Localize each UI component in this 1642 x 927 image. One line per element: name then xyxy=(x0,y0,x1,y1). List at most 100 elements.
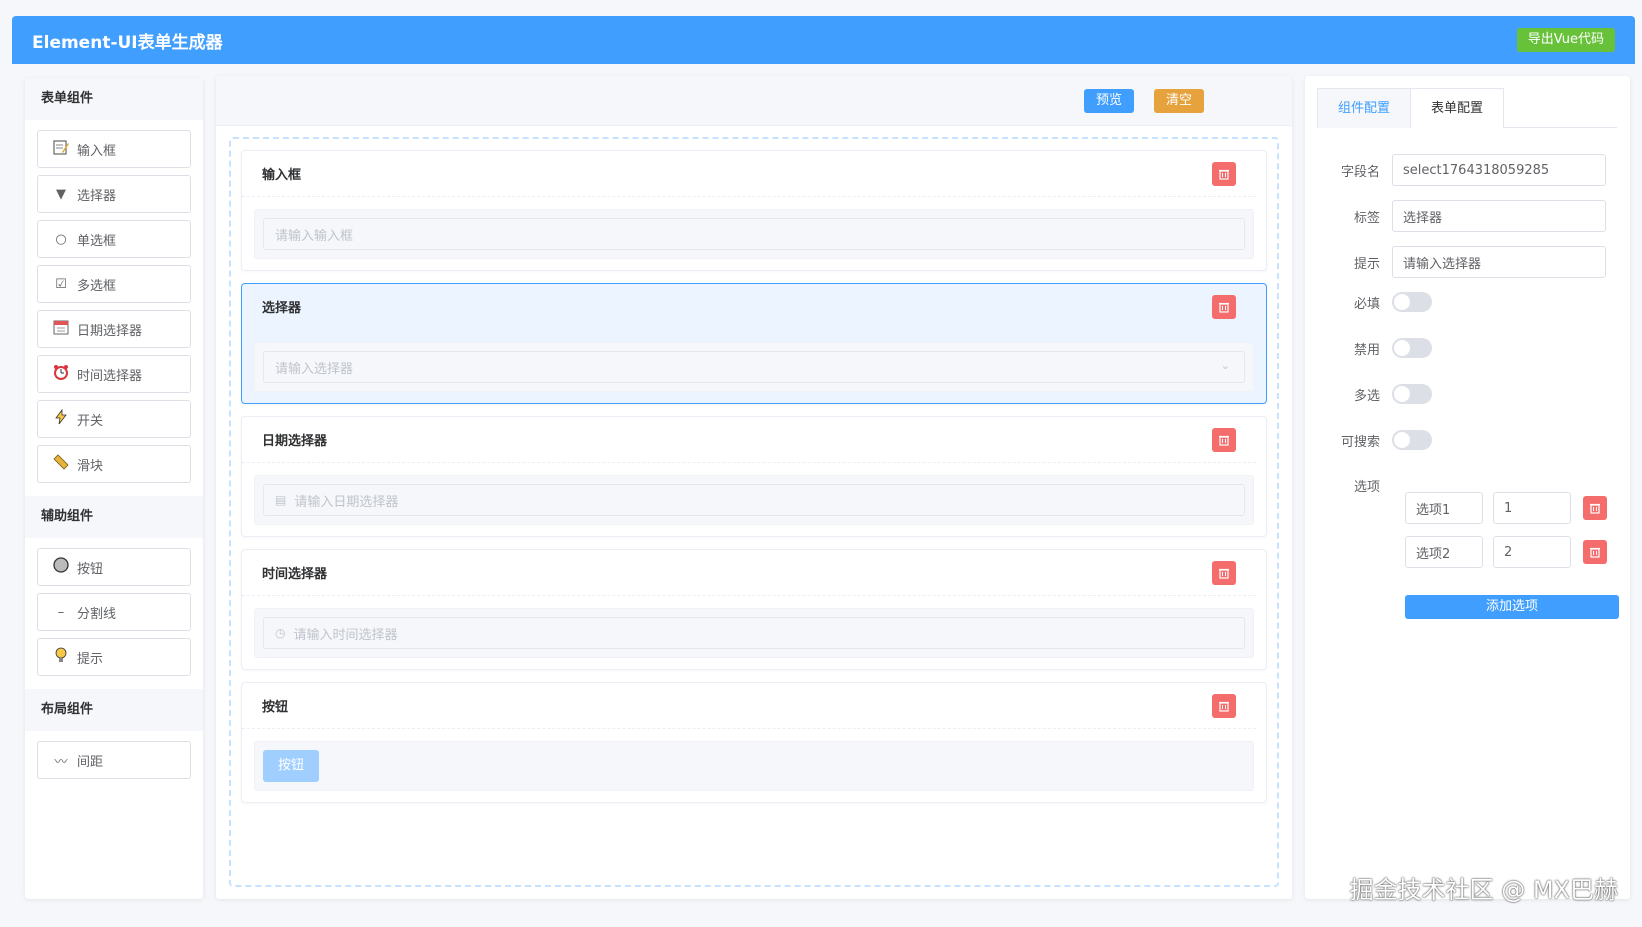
tab-form-config[interactable]: 表单配置 xyxy=(1410,88,1505,128)
export-vue-button[interactable]: 导出Vue代码 xyxy=(1516,28,1615,52)
add-option-button[interactable]: 添加选项 xyxy=(1405,595,1619,619)
config-row-searchable: 可搜索 xyxy=(1317,430,1622,450)
sidebar-item-button[interactable]: 按钮 xyxy=(37,548,191,586)
sidebar-item-label: 单选框 xyxy=(77,233,117,249)
sidebar-item-label: 选择器 xyxy=(77,188,117,204)
form-canvas: 预览 清空 输入框 请输入输入框 选择器 请输入选择器 ⌄ 日期选择器 ▤ 请输… xyxy=(216,76,1292,899)
canvas-item-label: 按钮 xyxy=(262,700,289,715)
sidebar-item-divider[interactable]: – 分割线 xyxy=(37,593,191,631)
config-row-hint: 提示 请输入选择器 xyxy=(1317,246,1622,278)
preview-time-field[interactable]: ◷ 请输入时间选择器 xyxy=(263,617,1245,649)
sidebar-item-date[interactable]: 日期选择器 xyxy=(37,310,191,348)
disabled-label: 禁用 xyxy=(1353,342,1380,358)
circle-button-icon xyxy=(51,557,71,577)
canvas-item-input[interactable]: 输入框 请输入输入框 xyxy=(241,150,1267,271)
delete-icon[interactable] xyxy=(1212,427,1236,452)
config-tabs: 组件配置 表单配置 xyxy=(1317,88,1617,128)
config-panel: 组件配置 表单配置 字段名 select1764318059285 标签 选择器… xyxy=(1305,76,1630,899)
sidebar-item-radio[interactable]: ○ 单选框 xyxy=(37,220,191,258)
sidebar-item-label: 多选框 xyxy=(77,278,117,294)
preview-input-field[interactable]: 请输入输入框 xyxy=(263,218,1245,250)
option-value-input[interactable]: 1 xyxy=(1493,492,1571,524)
sidebar-item-select[interactable]: ▼ 选择器 xyxy=(37,175,191,213)
sidebar-item-label: 日期选择器 xyxy=(77,323,143,339)
sidebar-group-title-layout: 布局组件 xyxy=(25,689,203,731)
watermark: 掘金技术社区 @ MX巴赫 xyxy=(1349,876,1618,904)
sidebar-item-tip[interactable]: 提示 xyxy=(37,638,191,676)
options-editor: 选项1 1 选项2 2 xyxy=(1405,492,1619,582)
calendar-icon xyxy=(51,319,71,339)
required-label: 必填 xyxy=(1353,296,1380,312)
sidebar-item-checkbox[interactable]: ☑ 多选框 xyxy=(37,265,191,303)
dash-icon: – xyxy=(57,604,65,620)
option-row: 选项1 1 xyxy=(1405,492,1619,524)
hint-label: 提示 xyxy=(1353,256,1380,272)
hint-input[interactable]: 请输入选择器 xyxy=(1392,246,1606,278)
canvas-item-button[interactable]: 按钮 按钮 xyxy=(241,682,1267,803)
ruler-icon xyxy=(51,454,71,474)
clear-button[interactable]: 清空 xyxy=(1153,88,1204,113)
canvas-item-select[interactable]: 选择器 请输入选择器 ⌄ xyxy=(241,283,1267,404)
delete-icon[interactable] xyxy=(1212,161,1236,186)
field-name-label: 字段名 xyxy=(1340,164,1380,180)
label-input[interactable]: 选择器 xyxy=(1392,200,1606,232)
searchable-switch[interactable] xyxy=(1392,430,1432,450)
sidebar-item-slider[interactable]: 滑块 xyxy=(37,445,191,483)
drop-zone[interactable]: 输入框 请输入输入框 选择器 请输入选择器 ⌄ 日期选择器 ▤ 请输入日期选择器… xyxy=(229,137,1279,887)
options-label: 选项 xyxy=(1353,480,1380,495)
multiple-label: 多选 xyxy=(1353,388,1380,404)
canvas-toolbar: 预览 清空 xyxy=(216,76,1292,126)
delete-icon[interactable] xyxy=(1583,496,1607,520)
field-name-input[interactable]: select1764318059285 xyxy=(1392,154,1606,186)
sidebar-item-label: 分割线 xyxy=(77,606,117,622)
delete-icon[interactable] xyxy=(1583,540,1607,564)
canvas-item-label: 选择器 xyxy=(262,301,302,316)
option-row: 选项2 2 xyxy=(1405,536,1619,568)
sidebar-item-switch[interactable]: 开关 xyxy=(37,400,191,438)
preview-button-element[interactable]: 按钮 xyxy=(263,750,320,782)
alarm-clock-icon xyxy=(51,364,71,384)
option-label-input[interactable]: 选项2 xyxy=(1405,536,1483,568)
triangle-down-icon: ▼ xyxy=(56,186,66,202)
canvas-item-label: 输入框 xyxy=(262,168,302,183)
input-placeholder: 请输入输入框 xyxy=(275,228,354,244)
delete-icon[interactable] xyxy=(1212,294,1236,319)
sidebar-group-title-form: 表单组件 xyxy=(25,78,203,120)
component-sidebar: 表单组件 输入框 ▼ 选择器 ○ 单选框 ☑ 多选框 日期选择器 时间选择器 开… xyxy=(25,78,203,899)
canvas-item-label: 日期选择器 xyxy=(262,434,328,449)
disabled-switch[interactable] xyxy=(1392,338,1432,358)
date-placeholder: 请输入日期选择器 xyxy=(294,494,399,510)
option-value-input[interactable]: 2 xyxy=(1493,536,1571,568)
sidebar-item-time[interactable]: 时间选择器 xyxy=(37,355,191,393)
wave-icon: 〰 xyxy=(54,754,68,770)
sidebar-item-label: 输入框 xyxy=(77,143,117,159)
config-row-required: 必填 xyxy=(1317,292,1622,312)
option-label-input[interactable]: 选项1 xyxy=(1405,492,1483,524)
preview-button[interactable]: 预览 xyxy=(1083,88,1134,113)
canvas-item-label: 时间选择器 xyxy=(262,567,328,582)
delete-icon[interactable] xyxy=(1212,560,1236,585)
delete-icon[interactable] xyxy=(1212,693,1236,718)
sidebar-item-label: 开关 xyxy=(77,413,104,429)
multiple-switch[interactable] xyxy=(1392,384,1432,404)
config-row-disabled: 禁用 xyxy=(1317,338,1622,358)
memo-icon xyxy=(51,139,71,159)
tab-component-config[interactable]: 组件配置 xyxy=(1317,88,1411,128)
preview-date-field[interactable]: ▤ 请输入日期选择器 xyxy=(263,484,1245,516)
required-switch[interactable] xyxy=(1392,292,1432,312)
sidebar-item-label: 间距 xyxy=(77,754,104,770)
select-placeholder: 请输入选择器 xyxy=(275,361,354,377)
canvas-item-time[interactable]: 时间选择器 ◷ 请输入时间选择器 xyxy=(241,549,1267,670)
sidebar-item-spacer[interactable]: 〰 间距 xyxy=(37,741,191,779)
chevron-down-icon: ⌄ xyxy=(1220,359,1230,372)
radio-icon: ○ xyxy=(55,231,67,247)
label-label: 标签 xyxy=(1353,210,1380,226)
preview-select-field[interactable]: 请输入选择器 ⌄ xyxy=(263,351,1245,383)
checkbox-icon: ☑ xyxy=(55,276,67,292)
sidebar-item-label: 滑块 xyxy=(77,458,104,474)
app-header: Element-UI表单生成器 导出Vue代码 xyxy=(12,16,1635,64)
sidebar-item-input[interactable]: 输入框 xyxy=(37,130,191,168)
time-placeholder: 请输入时间选择器 xyxy=(293,627,398,643)
app-title: Element-UI表单生成器 xyxy=(32,32,223,53)
canvas-item-date[interactable]: 日期选择器 ▤ 请输入日期选择器 xyxy=(241,416,1267,537)
